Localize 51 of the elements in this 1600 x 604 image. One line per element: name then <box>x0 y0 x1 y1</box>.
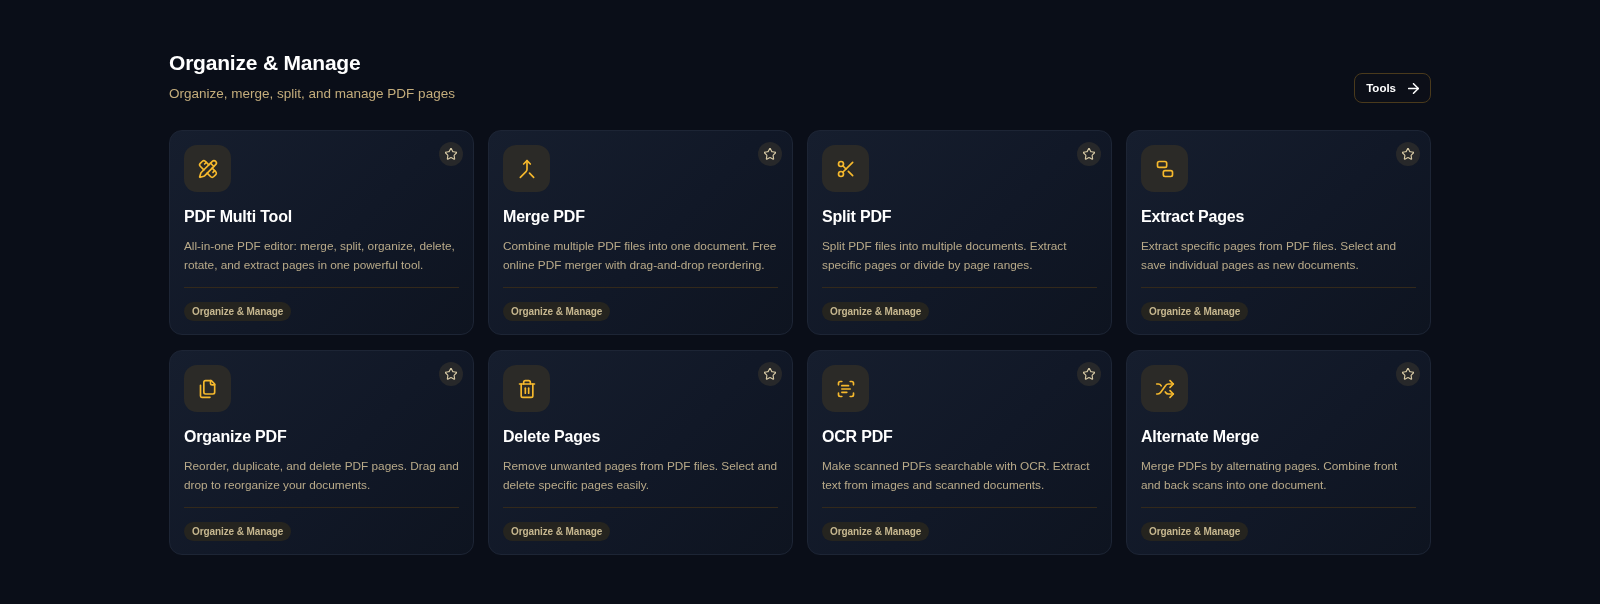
tool-title: Organize PDF <box>184 427 288 447</box>
tool-title: Delete Pages <box>503 427 602 447</box>
tool-description: Remove unwanted pages from PDF files. Select and delete specific pages easily. <box>503 458 778 494</box>
tool-card[interactable]: Split PDF Split PDF files into multiple documents. Extract specific pages or divide by page ranges. Organize & Manage <box>807 130 1112 335</box>
favorite-button[interactable] <box>1396 362 1420 386</box>
merge-arrow-icon <box>503 145 550 192</box>
favorite-button[interactable] <box>439 362 463 386</box>
tool-title: PDF Multi Tool <box>184 207 293 227</box>
tool-card[interactable]: Organize PDF Reorder, duplicate, and delete PDF pages. Drag and drop to reorganize your documents. Organize & Manage <box>169 350 474 555</box>
tool-title: Alternate Merge <box>1141 427 1260 447</box>
category-tag: Organize & Manage <box>503 302 611 321</box>
section-title: Organize & Manage <box>169 50 362 76</box>
two-rectangles-icon <box>1141 145 1188 192</box>
copy-icon <box>184 365 231 412</box>
tool-description: Combine multiple PDF files into one document. Free online PDF merger with drag-and-drop reordering. <box>503 238 778 274</box>
pencil-ruler-icon <box>184 145 231 192</box>
category-tag: Organize & Manage <box>822 522 930 541</box>
tool-description: All-in-one PDF editor: merge, split, organize, delete, rotate, and extract pages in one powerful tool. <box>184 238 456 274</box>
tool-card[interactable]: PDF Multi Tool All-in-one PDF editor: merge, split, organize, delete, rotate, and extract pages in one powerful tool. Organize & Manage <box>169 130 474 335</box>
scissors-icon <box>822 145 869 192</box>
tool-card[interactable]: OCR PDF Make scanned PDFs searchable with OCR. Extract text from images and scanned documents. Organize & Manage <box>807 350 1112 555</box>
tool-description: Reorder, duplicate, and delete PDF pages. Drag and drop to reorganize your documents. <box>184 458 459 494</box>
section-subtitle: Organize, merge, split, and manage PDF pages <box>169 85 455 103</box>
tool-description: Merge PDFs by alternating pages. Combine front and back scans into one document. <box>1141 458 1399 494</box>
tool-card[interactable]: Alternate Merge Merge PDFs by alternating pages. Combine front and back scans into one document. Organize & Manage <box>1126 350 1431 555</box>
tool-description: Split PDF files into multiple documents. Extract specific pages or divide by page ranges. <box>822 238 1068 274</box>
favorite-button[interactable] <box>758 362 782 386</box>
tool-title: Extract Pages <box>1141 207 1246 227</box>
tools-button[interactable]: Tools <box>1354 73 1431 103</box>
shuffle-icon <box>1141 365 1188 412</box>
favorite-button[interactable] <box>1077 142 1101 166</box>
favorite-button[interactable] <box>1077 362 1101 386</box>
category-tag: Organize & Manage <box>503 522 611 541</box>
tool-card[interactable]: Delete Pages Remove unwanted pages from PDF files. Select and delete specific pages easily. Organize & Manage <box>488 350 793 555</box>
favorite-button[interactable] <box>439 142 463 166</box>
tool-description: Make scanned PDFs searchable with OCR. Extract text from images and scanned documents. <box>822 458 1091 494</box>
category-tag: Organize & Manage <box>822 302 930 321</box>
tool-title: OCR PDF <box>822 427 894 447</box>
category-tag: Organize & Manage <box>1141 302 1249 321</box>
tool-description: Extract specific pages from PDF files. Select and save individual pages as new documents. <box>1141 238 1398 274</box>
scan-text-icon <box>822 365 869 412</box>
tool-card[interactable]: Extract Pages Extract specific pages from PDF files. Select and save individual pages as new documents. Organize & Manage <box>1126 130 1431 335</box>
trash-icon <box>503 365 550 412</box>
favorite-button[interactable] <box>758 142 782 166</box>
tool-card[interactable]: Merge PDF Combine multiple PDF files into one document. Free online PDF merger with drag-and-drop reordering. Organize & Manage <box>488 130 793 335</box>
favorite-button[interactable] <box>1396 142 1420 166</box>
tool-title: Split PDF <box>822 207 893 227</box>
category-tag: Organize & Manage <box>1141 522 1249 541</box>
category-tag: Organize & Manage <box>184 522 292 541</box>
tool-title: Merge PDF <box>503 207 586 227</box>
category-tag: Organize & Manage <box>184 302 292 321</box>
